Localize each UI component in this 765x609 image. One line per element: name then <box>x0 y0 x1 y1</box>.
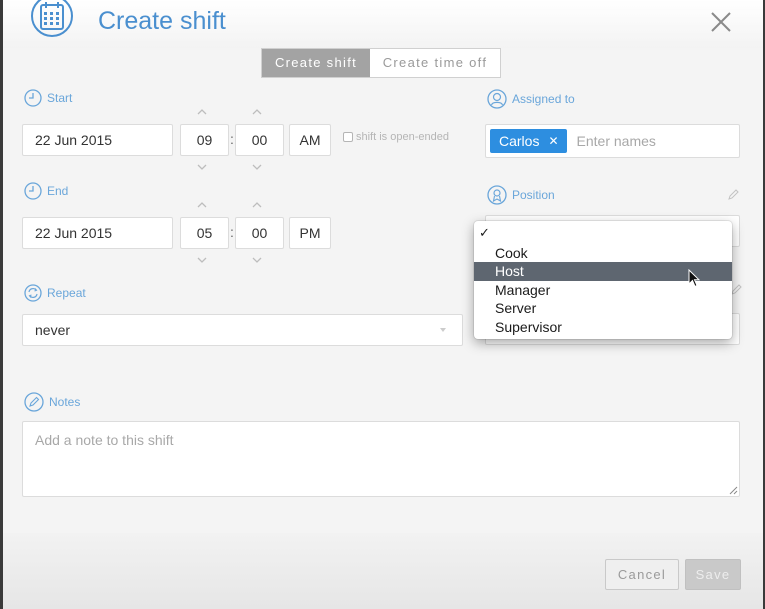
resize-grip-icon[interactable] <box>729 486 738 495</box>
end-time-colon: : <box>230 224 234 240</box>
open-ended-checkbox[interactable] <box>343 132 353 142</box>
end-label: End <box>24 182 68 200</box>
assigned-label: Assigned to <box>487 89 575 109</box>
names-input[interactable] <box>576 133 727 149</box>
end-minute-input[interactable]: 00 <box>235 217 284 249</box>
start-label-text: Start <box>47 91 73 105</box>
end-date-input[interactable]: 22 Jun 2015 <box>22 217 173 249</box>
end-minute-down-icon[interactable] <box>251 256 263 264</box>
dropdown-option-cook[interactable]: Cook <box>474 244 732 262</box>
dropdown-option-empty[interactable] <box>474 224 732 244</box>
assigned-to-input[interactable]: Carlos ✕ <box>485 124 740 158</box>
clock-icon <box>24 89 42 107</box>
assignee-chip-label: Carlos <box>499 133 540 149</box>
cancel-button[interactable]: Cancel <box>605 559 679 590</box>
start-date-input[interactable]: 22 Jun 2015 <box>22 124 173 156</box>
tab-create-time-off[interactable]: Create time off <box>370 49 500 77</box>
person-icon <box>487 89 507 109</box>
edit-position-icon[interactable] <box>727 189 739 201</box>
end-label-text: End <box>47 184 69 198</box>
save-button[interactable]: Save <box>685 559 741 590</box>
clock-icon <box>24 182 42 200</box>
position-label-text: Position <box>512 188 555 202</box>
repeat-select[interactable]: never <box>22 314 463 346</box>
mouse-cursor-icon <box>688 269 700 288</box>
dropdown-option-supervisor[interactable]: Supervisor <box>474 318 732 336</box>
assigned-label-text: Assigned to <box>512 92 575 106</box>
badge-icon <box>487 185 507 205</box>
start-minute-input[interactable]: 00 <box>235 124 284 156</box>
start-hour-up-icon[interactable] <box>196 108 208 116</box>
remove-chip-icon[interactable]: ✕ <box>548 134 558 148</box>
start-ampm-toggle[interactable]: AM <box>289 124 331 156</box>
start-hour-down-icon[interactable] <box>196 163 208 171</box>
repeat-icon <box>24 284 42 302</box>
dialog-title: Create shift <box>98 7 226 35</box>
assignee-chip: Carlos ✕ <box>490 129 567 153</box>
notes-label: Notes <box>24 392 80 412</box>
end-hour-down-icon[interactable] <box>196 256 208 264</box>
start-label: Start <box>24 89 72 107</box>
end-minute-up-icon[interactable] <box>251 201 263 209</box>
end-hour-input[interactable]: 05 <box>180 217 229 249</box>
notes-label-text: Notes <box>49 395 81 409</box>
open-ended-option[interactable]: shift is open-ended <box>343 131 449 143</box>
position-label: Position <box>487 185 555 205</box>
close-icon[interactable] <box>709 10 733 34</box>
repeat-label: Repeat <box>24 284 86 302</box>
chevron-down-icon <box>440 328 446 332</box>
dropdown-option-server[interactable]: Server <box>474 299 732 317</box>
tab-bar: Create shift Create time off <box>261 48 501 78</box>
open-ended-label: shift is open-ended <box>356 131 449 143</box>
start-minute-down-icon[interactable] <box>251 163 263 171</box>
notes-textarea[interactable] <box>22 421 740 497</box>
start-hour-input[interactable]: 09 <box>180 124 229 156</box>
start-minute-up-icon[interactable] <box>251 108 263 116</box>
tab-create-shift[interactable]: Create shift <box>262 49 370 77</box>
calendar-icon <box>31 0 73 37</box>
end-ampm-toggle[interactable]: PM <box>289 217 331 249</box>
end-hour-up-icon[interactable] <box>196 201 208 209</box>
repeat-select-value: never <box>35 322 71 338</box>
start-time-colon: : <box>230 131 234 147</box>
pencil-circle-icon <box>24 392 44 412</box>
repeat-label-text: Repeat <box>47 286 86 300</box>
dialog-header: Create shift <box>3 0 763 48</box>
